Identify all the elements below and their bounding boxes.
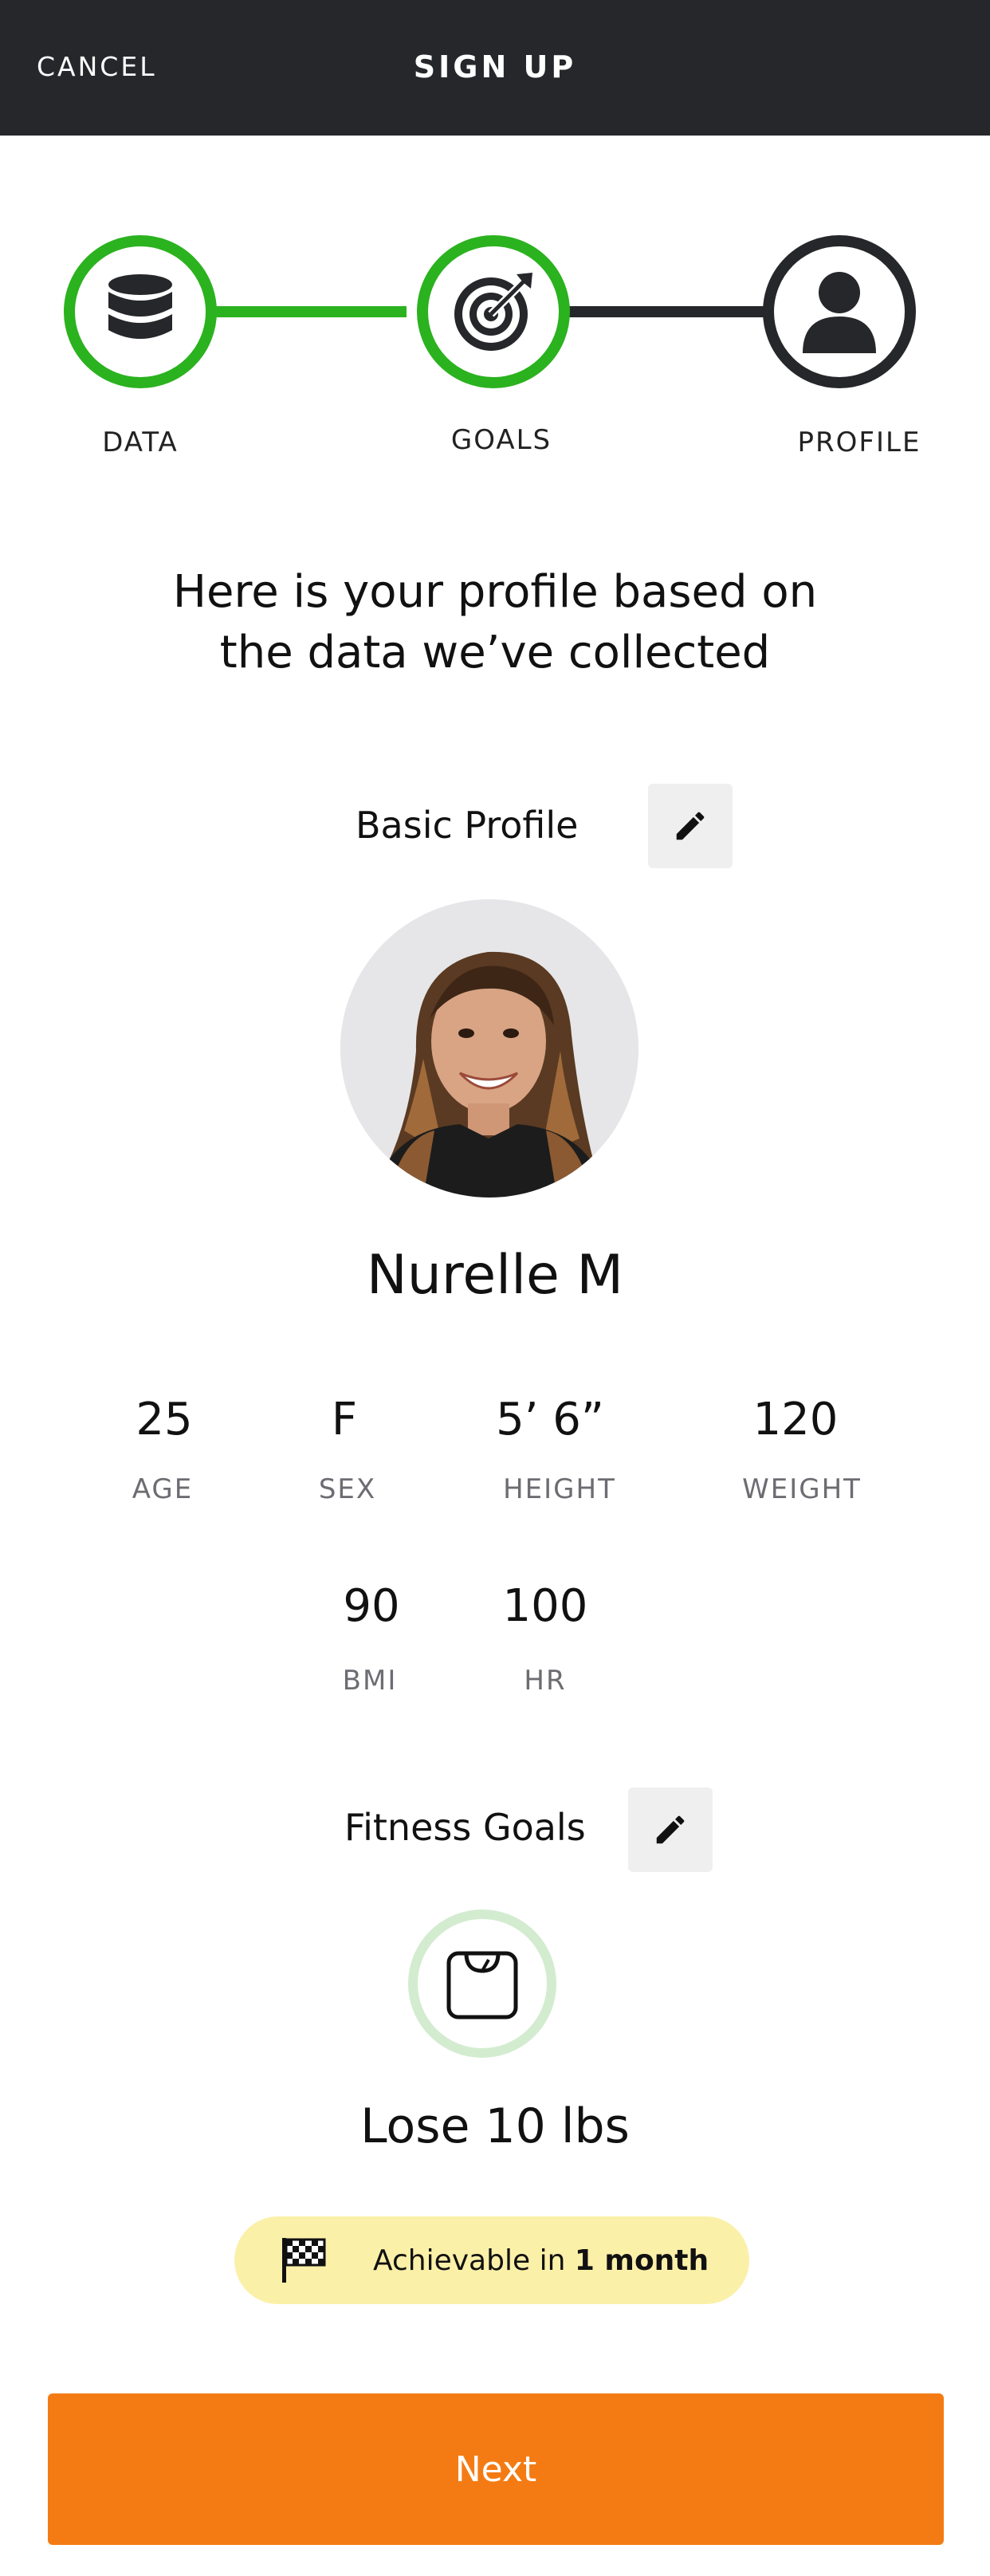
achievable-text: Achievable in 1 month: [373, 2244, 709, 2277]
basic-profile-title: Basic Profile: [356, 804, 579, 847]
step-data[interactable]: [64, 235, 217, 388]
stepper-line-complete: [215, 306, 407, 317]
achievable-prefix: Achievable in: [373, 2244, 566, 2277]
stat-age-value: 25: [136, 1394, 193, 1445]
stat-hr-label: HR: [524, 1665, 567, 1697]
profile-headline: Here is your profile based on the data w…: [0, 562, 990, 683]
stat-age-label: AGE: [132, 1473, 194, 1505]
goal-icon-ring: [408, 1909, 556, 2058]
fitness-goals-title: Fitness Goals: [344, 1806, 586, 1849]
avatar: [340, 899, 638, 1198]
top-bar: CANCEL SIGN UP: [0, 0, 990, 136]
stat-weight-value: 120: [752, 1394, 839, 1445]
achievable-badge: Achievable in 1 month: [234, 2216, 749, 2304]
stat-height-value: 5’ 6”: [496, 1394, 604, 1445]
achievable-duration: 1 month: [574, 2244, 709, 2277]
pencil-icon: [656, 1815, 685, 1844]
step-data-label: DATA: [102, 427, 179, 458]
stat-weight-label: WEIGHT: [742, 1473, 862, 1505]
edit-basic-profile-button[interactable]: [648, 784, 733, 868]
user-name: Nurelle M: [366, 1244, 624, 1307]
stat-height-label: HEIGHT: [503, 1473, 616, 1505]
step-profile[interactable]: [763, 235, 916, 388]
step-goals[interactable]: [417, 235, 570, 388]
headline-line-2: the data we’ve collected: [219, 627, 771, 678]
stepper-line-pending: [568, 306, 765, 317]
next-button[interactable]: Next: [48, 2393, 944, 2545]
target-icon: [454, 273, 532, 351]
goal-text: Lose 10 lbs: [360, 2098, 630, 2154]
avatar-photo: [340, 899, 638, 1198]
checkered-flag-icon: [282, 2238, 326, 2283]
person-icon: [803, 272, 876, 353]
edit-fitness-goals-button[interactable]: [628, 1787, 713, 1872]
step-profile-label: PROFILE: [797, 427, 921, 458]
stat-sex-value: F: [331, 1394, 358, 1445]
pencil-icon: [676, 812, 705, 840]
database-icon: [108, 274, 172, 339]
headline-line-1: Here is your profile based on: [172, 566, 818, 618]
stat-hr-value: 100: [502, 1580, 588, 1632]
stat-sex-label: SEX: [318, 1473, 377, 1505]
scale-icon: [446, 1951, 518, 2020]
page-title: SIGN UP: [413, 49, 577, 85]
step-goals-label: GOALS: [450, 424, 552, 456]
